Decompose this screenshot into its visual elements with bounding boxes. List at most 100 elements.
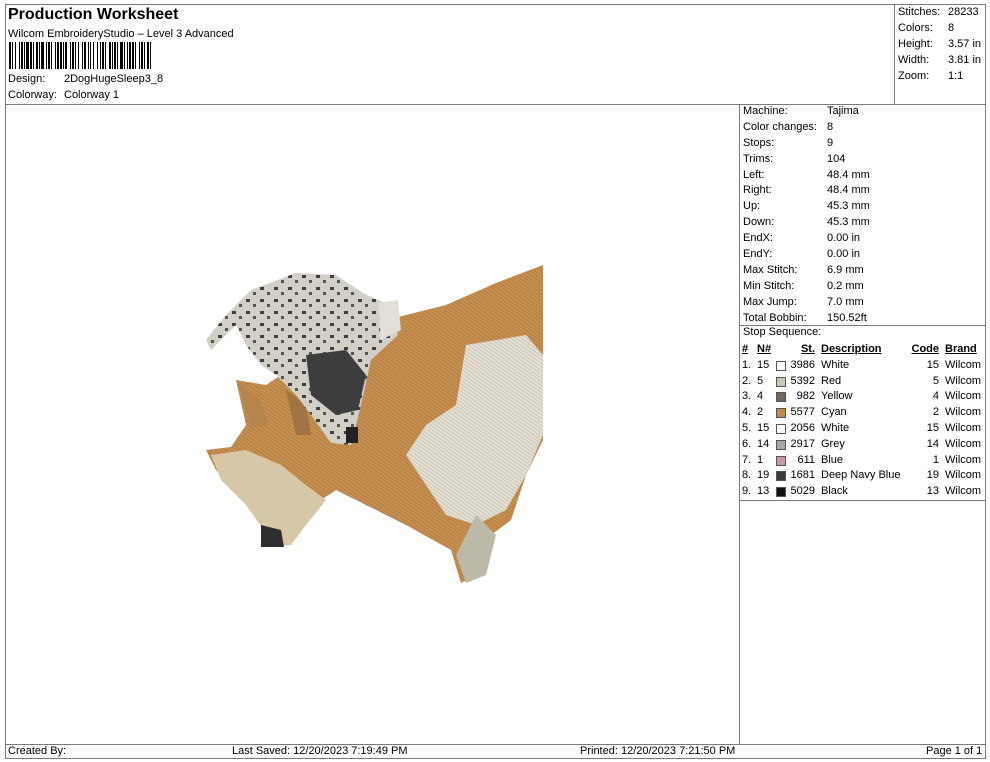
- stop-brand: Wilcom: [945, 374, 982, 387]
- stop-sequence-label: Stop Sequence:: [743, 326, 822, 338]
- color-swatch: [776, 487, 786, 498]
- stop-st: 5392: [790, 374, 815, 387]
- software-name: Wilcom EmbroideryStudio – Level 3 Advanc…: [8, 28, 234, 40]
- created-by: Created By:: [8, 745, 67, 757]
- param-row: Min Stitch: 0.2 mm: [743, 279, 864, 292]
- stop-st: 5029: [790, 485, 815, 498]
- barcode: [9, 42, 232, 69]
- stop-num: 4.: [742, 406, 752, 419]
- param-row: Down: 45.3 mm: [743, 216, 870, 229]
- stop-brand: Wilcom: [945, 390, 982, 403]
- param-row: Trims: 104: [743, 152, 846, 165]
- stop-n: 14: [757, 437, 770, 450]
- stop-code: 13: [926, 485, 939, 498]
- stop-num: 8.: [742, 469, 752, 482]
- sidebar-divider: [739, 104, 740, 744]
- color-swatch: [776, 376, 786, 387]
- design-label: Design:: [8, 73, 46, 85]
- color-swatch: [776, 360, 786, 371]
- footer-divider: [5, 744, 986, 745]
- table-row: 6. 14 2917 Grey 14 Wilcom: [741, 437, 986, 453]
- stops-divider: [739, 500, 986, 501]
- stat-zoom: Zoom: 1:1: [898, 70, 964, 82]
- color-swatch: [776, 455, 786, 466]
- stop-desc: Red: [821, 374, 842, 387]
- stats-panel: Stitches: 28233 Colors: 8 Height: 3.57 in W…: [898, 4, 986, 84]
- page-title: Production Worksheet: [8, 6, 179, 23]
- stop-st: 3986: [790, 358, 815, 371]
- param-row: EndY: 0.00 in: [743, 248, 861, 261]
- table-row: 7. 1 611 Blue 1 Wilcom: [741, 453, 986, 469]
- dogs-illustration: [206, 265, 543, 583]
- stop-num: 6.: [742, 437, 752, 450]
- design-row: Design: 2DogHugeSleep3_8: [8, 73, 163, 85]
- stop-num: 2.: [742, 374, 752, 387]
- stop-n: 19: [757, 469, 770, 482]
- param-row: EndX: 0.00 in: [743, 232, 861, 245]
- color-swatch: [776, 392, 786, 403]
- stop-st: 1681: [790, 469, 815, 482]
- stop-code: 1: [932, 453, 939, 466]
- table-header: # N# St. Description Code Brand: [742, 343, 977, 355]
- stop-code: 4: [932, 390, 939, 403]
- printed-date: Printed: 12/20/2023 7:21:50 PM: [580, 745, 736, 757]
- last-saved: Last Saved: 12/20/2023 7:19:49 PM: [232, 745, 408, 757]
- stop-desc: White: [821, 358, 850, 371]
- stop-num: 5.: [742, 421, 752, 434]
- stop-brand: Wilcom: [945, 406, 982, 419]
- machine-params: Machine: Tajima Color changes: 8 Stops: 9 T…: [743, 104, 986, 326]
- param-row: Stops: 9: [743, 136, 834, 149]
- stat-height: Height: 3.57 in: [898, 38, 982, 50]
- design-value: 2DogHugeSleep3_8: [64, 73, 164, 85]
- stop-brand: Wilcom: [945, 485, 982, 498]
- stop-num: 1.: [742, 358, 752, 371]
- stop-code: 5: [932, 374, 939, 387]
- stop-n: 13: [757, 485, 770, 498]
- table-row: 3. 4 982 Yellow 4 Wilcom: [741, 389, 986, 405]
- stop-desc: Deep Navy Blue: [821, 469, 901, 482]
- stop-n: 2: [757, 406, 764, 419]
- stop-n: 4: [757, 390, 764, 403]
- colorway-label: Colorway:: [8, 89, 57, 101]
- stop-st: 2056: [790, 421, 815, 434]
- stop-code: 2: [932, 406, 939, 419]
- param-row: Right: 48.4 mm: [743, 184, 870, 197]
- stop-brand: Wilcom: [945, 421, 982, 434]
- colorway-value: Colorway 1: [64, 89, 120, 101]
- table-row: 2. 5 5392 Red 5 Wilcom: [741, 374, 986, 390]
- page-number: Page 1 of 1: [926, 745, 983, 757]
- stop-desc: Yellow: [821, 390, 853, 403]
- stop-brand: Wilcom: [945, 437, 982, 450]
- stop-num: 3.: [742, 390, 752, 403]
- stop-sequence-table: # N# St. Description Code Brand 1. 15 3986…: [741, 342, 986, 500]
- stop-n: 1: [757, 453, 764, 466]
- color-swatch: [776, 408, 786, 419]
- stop-code: 15: [926, 358, 939, 371]
- stop-st: 982: [796, 390, 815, 403]
- table-row: 4. 2 5577 Cyan 2 Wilcom: [741, 405, 986, 421]
- stop-st: 5577: [790, 406, 815, 419]
- table-row: 5. 15 2056 White 15 Wilcom: [741, 421, 986, 437]
- param-row: Left: 48.4 mm: [743, 168, 870, 181]
- stop-brand: Wilcom: [945, 358, 982, 371]
- stat-colors: Colors: 8: [898, 22, 955, 34]
- param-row: Color changes: 8: [743, 120, 834, 133]
- table-row: 9. 13 5029 Black 13 Wilcom: [741, 484, 986, 500]
- stat-width: Width: 3.81 in: [898, 54, 982, 66]
- stop-num: 9.: [742, 485, 752, 498]
- param-row: Max Jump: 7.0 mm: [743, 295, 864, 308]
- stop-desc: Cyan: [821, 406, 847, 419]
- stat-stitches: Stitches: 28233: [898, 6, 979, 18]
- param-row: Up: 45.3 mm: [743, 200, 870, 213]
- stop-num: 7.: [742, 453, 752, 466]
- table-row: 8. 19 1681 Deep Navy Blue 19 Wilcom: [741, 468, 986, 484]
- embroidery-preview: [6, 105, 739, 744]
- stop-desc: Blue: [821, 453, 844, 466]
- stop-n: 15: [757, 421, 770, 434]
- stop-desc: Grey: [821, 437, 845, 450]
- color-swatch: [776, 423, 786, 434]
- stop-n: 15: [757, 358, 770, 371]
- color-swatch: [776, 471, 786, 482]
- stop-st: 2917: [790, 437, 815, 450]
- stop-brand: Wilcom: [945, 469, 982, 482]
